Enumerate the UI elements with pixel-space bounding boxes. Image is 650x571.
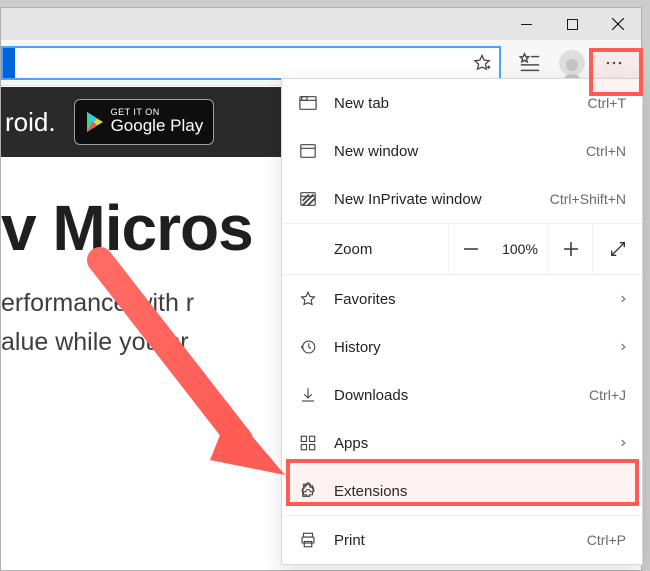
menu-shortcut: Ctrl+P <box>587 532 626 548</box>
menu-label: Extensions <box>334 483 626 500</box>
menu-shortcut: Ctrl+Shift+N <box>550 191 626 207</box>
address-bar[interactable] <box>1 46 501 80</box>
menu-print[interactable]: Print Ctrl+P <box>282 516 642 564</box>
menu-downloads[interactable]: Downloads Ctrl+J <box>282 371 642 419</box>
menu-shortcut: Ctrl+J <box>589 387 626 403</box>
menu-label: Downloads <box>334 387 573 404</box>
new-window-icon <box>298 142 318 160</box>
settings-menu: New tab Ctrl+T New window Ctrl+N New InP… <box>281 78 643 565</box>
google-play-badge[interactable]: GET IT ON Google Play <box>74 99 215 145</box>
titlebar <box>1 8 641 40</box>
menu-label: History <box>334 339 605 356</box>
menu-label: Favorites <box>334 291 605 308</box>
menu-shortcut: Ctrl+N <box>586 143 626 159</box>
menu-label: Print <box>334 532 571 549</box>
menu-apps[interactable]: Apps › <box>282 419 642 467</box>
banner-text: roid. <box>5 107 56 138</box>
menu-extensions[interactable]: Extensions <box>282 467 642 515</box>
menu-label: New InPrivate window <box>334 191 534 208</box>
minimize-button[interactable] <box>503 8 549 40</box>
menu-new-window[interactable]: New window Ctrl+N <box>282 127 642 175</box>
play-big: Google Play <box>111 117 204 136</box>
star-icon <box>298 290 318 308</box>
selection-caret <box>3 48 15 78</box>
zoom-out-button[interactable] <box>448 223 492 275</box>
maximize-button[interactable] <box>549 8 595 40</box>
menu-zoom-row: Zoom 100% <box>282 223 642 275</box>
play-badge-text: GET IT ON Google Play <box>111 108 204 136</box>
menu-label: New tab <box>334 95 572 112</box>
menu-label: New window <box>334 143 570 160</box>
menu-new-tab[interactable]: New tab Ctrl+T <box>282 79 642 127</box>
new-tab-icon <box>298 94 318 112</box>
download-icon <box>298 386 318 404</box>
avatar-icon <box>559 50 585 76</box>
zoom-in-button[interactable] <box>548 223 592 275</box>
menu-label: Apps <box>334 435 605 452</box>
chevron-right-icon: › <box>621 338 626 356</box>
zoom-label: Zoom <box>282 241 448 258</box>
menu-shortcut: Ctrl+T <box>588 95 627 111</box>
fullscreen-button[interactable] <box>592 223 642 275</box>
extensions-icon <box>298 482 318 500</box>
chevron-right-icon: › <box>621 434 626 452</box>
menu-new-inprivate[interactable]: New InPrivate window Ctrl+Shift+N <box>282 175 642 223</box>
zoom-value: 100% <box>492 241 548 257</box>
add-favorite-icon[interactable] <box>465 46 499 80</box>
chevron-right-icon: › <box>621 290 626 308</box>
apps-icon <box>298 434 318 452</box>
close-button[interactable] <box>595 8 641 40</box>
menu-history[interactable]: History › <box>282 323 642 371</box>
history-icon <box>298 338 318 356</box>
menu-favorites[interactable]: Favorites › <box>282 275 642 323</box>
inprivate-icon <box>298 190 318 208</box>
print-icon <box>298 531 318 549</box>
